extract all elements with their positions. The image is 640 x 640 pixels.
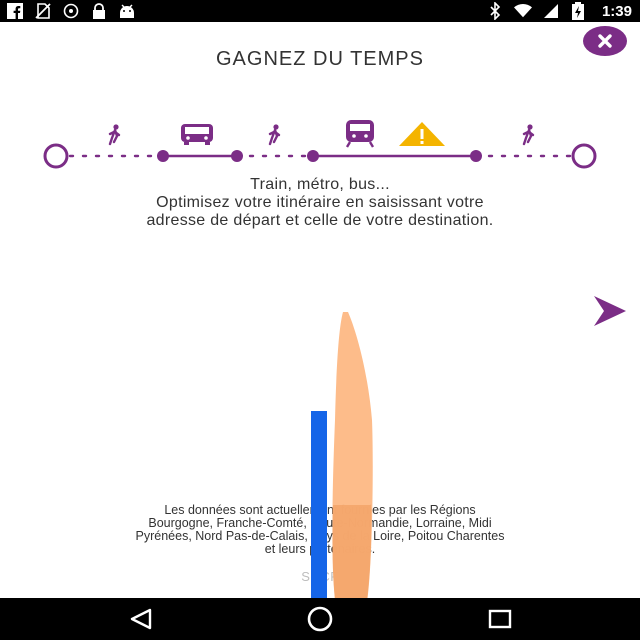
battery-icon <box>570 2 588 20</box>
description: Train, métro, bus... Optimisez votre iti… <box>0 176 640 230</box>
lock-icon <box>90 2 108 20</box>
walk-icon <box>522 124 535 146</box>
bus-icon <box>181 124 213 145</box>
alarm-icon <box>62 2 80 20</box>
no-sim-icon <box>34 2 52 20</box>
close-icon <box>598 34 612 48</box>
status-bar-left <box>6 2 136 20</box>
next-button[interactable] <box>590 294 630 328</box>
stop-point <box>157 150 169 162</box>
facebook-icon <box>6 2 24 20</box>
close-button[interactable] <box>583 26 627 56</box>
status-bar-right: 1:39 <box>486 2 632 20</box>
recents-button[interactable] <box>470 598 530 640</box>
walk-icon <box>108 124 121 146</box>
wifi-icon <box>513 2 532 20</box>
walk-icon <box>268 124 281 146</box>
android-icon <box>118 2 136 20</box>
data-sources-text: Les données sont actuellement fournies p… <box>40 504 600 556</box>
back-icon <box>130 608 152 630</box>
page-title: GAGNEZ DU TEMPS <box>216 48 424 70</box>
clock: 1:39 <box>601 2 632 20</box>
start-point <box>43 143 69 169</box>
chevron-right-icon <box>594 296 626 326</box>
end-point <box>571 143 597 169</box>
stop-point <box>231 150 243 162</box>
bluetooth-icon <box>486 2 504 20</box>
description-line: Train, métro, bus... <box>250 176 390 193</box>
finger-overlay <box>332 312 373 608</box>
status-bar: 1:39 <box>0 0 640 22</box>
journey-diagram <box>43 120 597 169</box>
home-button[interactable] <box>290 598 350 640</box>
recents-icon <box>488 609 512 629</box>
footer-line: et leurs partenaires. <box>264 542 376 556</box>
signal-icon <box>542 2 560 20</box>
train-icon <box>345 120 375 148</box>
description-line: Optimisez votre itinéraire en saisissant… <box>156 194 484 211</box>
navigation-bar <box>0 598 640 640</box>
warning-icon <box>399 122 445 146</box>
home-icon <box>307 606 333 632</box>
back-button[interactable] <box>111 598 171 640</box>
stop-point <box>307 150 319 162</box>
description-line: adresse de départ et celle de votre dest… <box>146 212 494 229</box>
stop-point <box>470 150 482 162</box>
skip-link[interactable]: SNCF <box>0 569 640 584</box>
